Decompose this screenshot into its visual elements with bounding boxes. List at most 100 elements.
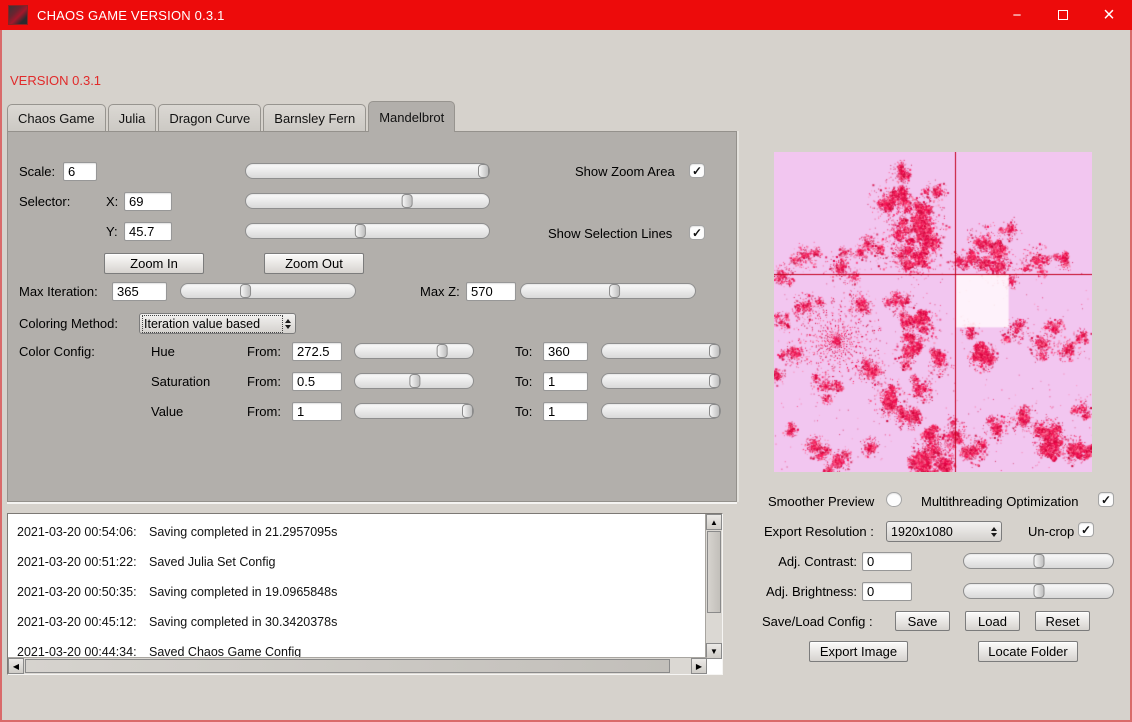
adj-brightness-input[interactable]: 0: [862, 582, 912, 601]
scroll-right-button[interactable]: ▶: [691, 658, 707, 674]
selector-x-label: X:: [106, 194, 118, 209]
value-label: Value: [151, 404, 183, 419]
show-selection-lines-checkbox[interactable]: ✓: [689, 225, 705, 240]
log-panel: 2021-03-20 00:54:06: Saving completed in…: [7, 513, 723, 675]
log-timestamp: 2021-03-20 00:50:35:: [17, 585, 137, 599]
multithreading-checkbox[interactable]: ✓: [1098, 492, 1114, 507]
adj-contrast-slider[interactable]: [963, 553, 1114, 569]
saturation-label: Saturation: [151, 374, 210, 389]
adj-contrast-label: Adj. Contrast:: [764, 554, 857, 569]
scale-input[interactable]: 6: [63, 162, 97, 181]
max-iteration-slider-thumb[interactable]: [240, 284, 251, 298]
saturation-from-label: From:: [247, 374, 281, 389]
minimize-button[interactable]: −: [994, 0, 1040, 30]
saturation-from-input[interactable]: 0.5: [292, 372, 342, 391]
smoother-preview-checkbox[interactable]: [886, 492, 902, 507]
value-from-slider-thumb[interactable]: [462, 404, 473, 418]
tab-chaos-game[interactable]: Chaos Game: [7, 104, 106, 131]
selector-y-slider[interactable]: [245, 223, 490, 239]
export-resolution-select[interactable]: 1920x1080: [886, 521, 1002, 542]
max-z-input[interactable]: 570: [466, 282, 516, 301]
hue-from-input[interactable]: 272.5: [292, 342, 342, 361]
log-horizontal-scrollbar[interactable]: ◀ ▶: [8, 657, 707, 674]
saturation-from-slider[interactable]: [354, 373, 474, 389]
save-load-config-label: Save/Load Config :: [762, 614, 873, 629]
max-iteration-slider[interactable]: [180, 283, 356, 299]
hue-label: Hue: [151, 344, 175, 359]
hue-from-slider[interactable]: [354, 343, 474, 359]
export-image-button[interactable]: Export Image: [809, 641, 908, 662]
maximize-icon: [1058, 10, 1068, 20]
scroll-thumb[interactable]: [707, 531, 721, 613]
value-from-input[interactable]: 1: [292, 402, 342, 421]
value-from-slider[interactable]: [354, 403, 474, 419]
value-to-slider[interactable]: [601, 403, 721, 419]
arrow-right-icon: ▶: [696, 662, 702, 671]
hue-to-slider-thumb[interactable]: [709, 344, 720, 358]
max-iteration-input[interactable]: 365: [112, 282, 167, 301]
mandelbrot-panel: Scale: 6 Show Zoom Area ✓ Selector: X: 6…: [7, 131, 737, 502]
scale-slider-thumb[interactable]: [478, 164, 489, 178]
reset-button[interactable]: Reset: [1035, 611, 1090, 631]
selector-x-input[interactable]: 69: [124, 192, 172, 211]
arrow-down-icon: ▼: [710, 647, 718, 656]
hue-to-input[interactable]: 360: [543, 342, 588, 361]
log-message: Saving completed in 21.2957095s: [149, 525, 337, 539]
saturation-to-slider-thumb[interactable]: [709, 374, 720, 388]
tab-dragon-curve[interactable]: Dragon Curve: [158, 104, 261, 131]
tab-julia[interactable]: Julia: [108, 104, 157, 131]
max-z-slider-thumb[interactable]: [609, 284, 620, 298]
max-z-label: Max Z:: [420, 284, 460, 299]
value-to-slider-thumb[interactable]: [709, 404, 720, 418]
export-resolution-label: Export Resolution :: [764, 524, 874, 539]
show-zoom-area-checkbox[interactable]: ✓: [689, 163, 705, 178]
saturation-to-slider[interactable]: [601, 373, 721, 389]
adj-contrast-slider-thumb[interactable]: [1033, 554, 1044, 568]
max-z-slider[interactable]: [520, 283, 696, 299]
load-button[interactable]: Load: [965, 611, 1020, 631]
selector-y-input[interactable]: 45.7: [124, 222, 172, 241]
max-iteration-label: Max Iteration:: [19, 284, 98, 299]
hue-to-slider[interactable]: [601, 343, 721, 359]
adj-brightness-slider[interactable]: [963, 583, 1114, 599]
hue-from-slider-thumb[interactable]: [436, 344, 447, 358]
tab-mandelbrot[interactable]: Mandelbrot: [368, 101, 455, 132]
saturation-to-input[interactable]: 1: [543, 372, 588, 391]
scroll-up-button[interactable]: ▲: [706, 514, 722, 530]
log-message: Saving completed in 19.0965848s: [149, 585, 337, 599]
uncrop-checkbox[interactable]: ✓: [1078, 522, 1094, 537]
save-button[interactable]: Save: [895, 611, 950, 631]
close-button[interactable]: ×: [1086, 0, 1132, 30]
selector-y-slider-thumb[interactable]: [355, 224, 366, 238]
selector-x-slider-thumb[interactable]: [401, 194, 412, 208]
coloring-method-label: Coloring Method:: [19, 316, 118, 331]
selector-x-slider[interactable]: [245, 193, 490, 209]
value-to-input[interactable]: 1: [543, 402, 588, 421]
arrow-left-icon: ◀: [13, 662, 19, 671]
value-from-label: From:: [247, 404, 281, 419]
scroll-thumb[interactable]: [25, 659, 670, 673]
log-vertical-scrollbar[interactable]: ▲ ▼: [705, 514, 722, 659]
maximize-button[interactable]: [1040, 0, 1086, 30]
scroll-left-button[interactable]: ◀: [8, 658, 24, 674]
tab-barnsley-fern[interactable]: Barnsley Fern: [263, 104, 366, 131]
zoom-out-button[interactable]: Zoom Out: [264, 253, 364, 274]
zoom-in-button[interactable]: Zoom In: [104, 253, 204, 274]
arrow-up-icon: ▲: [710, 518, 718, 527]
adj-brightness-slider-thumb[interactable]: [1033, 584, 1044, 598]
window-title: CHAOS GAME VERSION 0.3.1: [37, 8, 225, 23]
check-icon: ✓: [1081, 523, 1091, 537]
log-timestamp: 2021-03-20 00:51:22:: [17, 555, 137, 569]
locate-folder-button[interactable]: Locate Folder: [978, 641, 1078, 662]
scale-slider[interactable]: [245, 163, 490, 179]
mandelbrot-preview[interactable]: [774, 152, 1092, 472]
tab-bar: Chaos Game Julia Dragon Curve Barnsley F…: [7, 100, 457, 131]
show-zoom-area-label: Show Zoom Area: [575, 164, 675, 179]
combo-updown-icon: [991, 527, 997, 537]
coloring-method-value: Iteration value based: [144, 317, 281, 331]
saturation-from-slider-thumb[interactable]: [410, 374, 421, 388]
scroll-down-button[interactable]: ▼: [706, 643, 722, 659]
adj-contrast-input[interactable]: 0: [862, 552, 912, 571]
saturation-to-label: To:: [515, 374, 532, 389]
coloring-method-select[interactable]: Iteration value based: [139, 313, 296, 334]
